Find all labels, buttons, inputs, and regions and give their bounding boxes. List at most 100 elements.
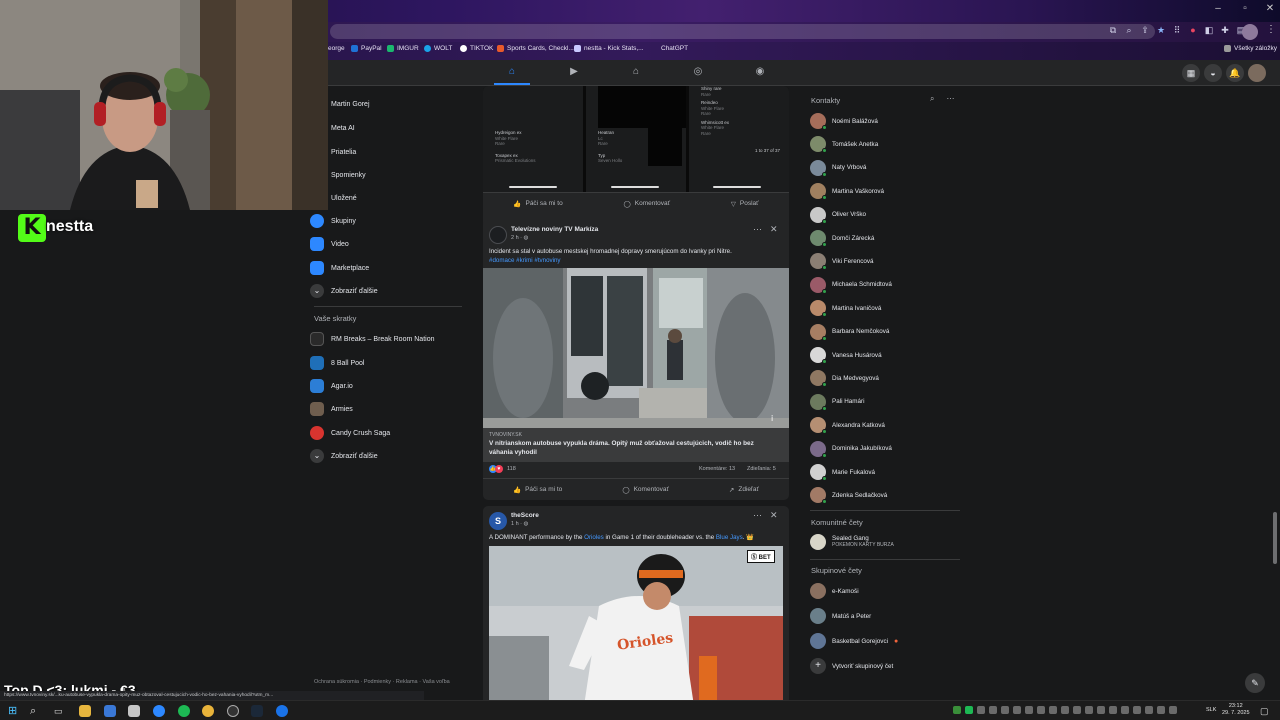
- like-button[interactable]: 👍 Páči sa mi to: [513, 486, 562, 494]
- post-image-screenshots[interactable]: Hydreigon ex White Flare Rare Toxapex ex…: [483, 86, 789, 192]
- task-view-icon[interactable]: ▭: [54, 705, 66, 717]
- contact-item[interactable]: Zdenka Sedlačková: [810, 486, 887, 505]
- thescore-avatar[interactable]: S: [489, 512, 507, 530]
- sidebar-item-marketplace[interactable]: Marketplace: [310, 258, 369, 278]
- gaming-icon[interactable]: ◉: [753, 65, 767, 79]
- contact-item[interactable]: Barbara Nemčoková: [810, 323, 889, 341]
- tray-icon[interactable]: [1025, 706, 1033, 714]
- tray-icon[interactable]: [1145, 706, 1153, 714]
- watch-icon[interactable]: ▶: [567, 65, 581, 79]
- tray-icon[interactable]: [1121, 706, 1129, 714]
- shortcut-candy-crush[interactable]: Candy Crush Saga: [310, 423, 390, 443]
- contact-item[interactable]: Viki Ferencová: [810, 252, 874, 271]
- contact-item[interactable]: Martina Vaškorová: [810, 182, 884, 201]
- spotify-icon[interactable]: [178, 705, 190, 717]
- tray-icon[interactable]: [1037, 706, 1045, 714]
- contact-item[interactable]: Vanesa Husárová: [810, 346, 882, 364]
- shortcut-rm-breaks[interactable]: RM Breaks – Break Room Nation: [310, 329, 434, 349]
- sidebar-see-more[interactable]: ⌄ Zobraziť ďalšie: [310, 281, 378, 301]
- chrome-icon[interactable]: [202, 705, 214, 717]
- close-window-icon[interactable]: ✕: [1262, 3, 1278, 17]
- clock[interactable]: 23:12 29. 7. 2025: [1222, 703, 1250, 717]
- tray-icon[interactable]: [1013, 706, 1021, 714]
- messenger-app-icon[interactable]: [153, 705, 165, 717]
- search-icon[interactable]: ⌕: [30, 705, 42, 717]
- start-icon[interactable]: ⊞: [8, 705, 20, 717]
- mail-icon[interactable]: [104, 705, 116, 717]
- all-bookmarks[interactable]: Všetky záložky: [1224, 45, 1277, 52]
- contact-item[interactable]: Naty Vrbová: [810, 159, 866, 177]
- shortcut-armies[interactable]: Armies: [310, 399, 353, 419]
- bookmark-item[interactable]: TIKTOK: [460, 45, 493, 52]
- tray-icon[interactable]: [965, 706, 973, 714]
- comment-count[interactable]: Komentáre: 13: [699, 466, 735, 472]
- contact-item[interactable]: Noémi Balážová: [810, 112, 878, 130]
- tray-icon[interactable]: [1169, 706, 1177, 714]
- app-icon[interactable]: [276, 705, 288, 717]
- close-icon[interactable]: ✕: [770, 510, 778, 521]
- more-options-icon[interactable]: ⋯: [946, 94, 954, 104]
- contact-item[interactable]: Michaela Schmidtová: [810, 276, 892, 294]
- url-input[interactable]: [330, 24, 1155, 39]
- notes-icon[interactable]: [128, 705, 140, 717]
- tray-icon[interactable]: [977, 706, 985, 714]
- record-icon[interactable]: ●: [1188, 24, 1198, 36]
- group-chat-item[interactable]: e-Kamoši: [810, 582, 859, 600]
- footer-links[interactable]: Ochrana súkromia · Podmienky · Reklama ·…: [314, 679, 450, 685]
- language-indicator[interactable]: SLK: [1206, 707, 1216, 713]
- blue-jays-link[interactable]: Blue Jays: [716, 534, 743, 541]
- bookmark-item[interactable]: Sports Cards, Checkl...: [497, 45, 574, 52]
- share-count[interactable]: Zdieľania: 5: [747, 466, 776, 472]
- share-icon[interactable]: ⇪: [1140, 24, 1150, 36]
- groups-icon[interactable]: ◎: [691, 65, 705, 79]
- browser-menu-icon[interactable]: ⋮: [1266, 24, 1276, 35]
- post-timestamp[interactable]: 2 h · ◍: [511, 235, 528, 241]
- group-chat-item[interactable]: Basketbal Gorejovci ●: [810, 632, 898, 650]
- home-icon[interactable]: ⌂: [505, 65, 519, 79]
- tray-icon[interactable]: [1073, 706, 1081, 714]
- contact-item[interactable]: Alexandra Katková: [810, 416, 885, 435]
- tray-icon[interactable]: [1061, 706, 1069, 714]
- post-hashtags[interactable]: #domace #krimi #tvnoviny: [489, 256, 785, 265]
- post-timestamp[interactable]: 1 h · ◍: [511, 521, 528, 527]
- post-author[interactable]: Televízne noviny TV Markíza: [511, 226, 598, 233]
- bookmark-item[interactable]: IMGUR: [387, 45, 419, 52]
- contact-item[interactable]: Martina Ivaničová: [810, 299, 881, 318]
- search-icon[interactable]: ⌕: [930, 94, 934, 104]
- contact-item[interactable]: Dia Medvegyová: [810, 369, 879, 388]
- menu-grid-icon[interactable]: ▦: [1182, 64, 1200, 82]
- bookmark-item[interactable]: WOLT: [424, 45, 452, 52]
- community-chat-item[interactable]: Sealed Gang POKEMON KARTY BURZA: [810, 533, 894, 551]
- tray-icon[interactable]: [989, 706, 997, 714]
- maximize-icon[interactable]: ▫: [1237, 3, 1253, 17]
- messenger-icon[interactable]: ◒: [1204, 64, 1222, 82]
- contact-item[interactable]: Pali Hamári: [810, 393, 865, 411]
- bookmark-star-icon[interactable]: ★: [1156, 24, 1166, 36]
- close-icon[interactable]: ✕: [770, 224, 778, 235]
- tray-icon[interactable]: [1097, 706, 1105, 714]
- more-options-icon[interactable]: ⋯: [753, 224, 762, 235]
- tray-icon[interactable]: [1133, 706, 1141, 714]
- minimize-icon[interactable]: –: [1210, 3, 1226, 17]
- bookmark-item[interactable]: PayPal: [351, 45, 382, 52]
- post-image[interactable]: Orioles Ⓢ BET: [489, 546, 783, 700]
- steam-icon[interactable]: [251, 705, 263, 717]
- reaction-count[interactable]: 118: [507, 466, 516, 472]
- contact-item[interactable]: Dominika Jakubíková: [810, 440, 892, 458]
- bookmark-item[interactable]: nestta - Kick Stats,...: [574, 45, 644, 52]
- page-scrollbar[interactable]: [1273, 512, 1277, 564]
- tray-icon[interactable]: [1109, 706, 1117, 714]
- account-avatar[interactable]: [1248, 64, 1266, 82]
- contact-item[interactable]: Oliver Vrško: [810, 206, 866, 224]
- contact-item[interactable]: Marie Fukalová: [810, 463, 875, 481]
- shortcut-8-ball-pool[interactable]: 8 Ball Pool: [310, 353, 364, 373]
- contact-item[interactable]: Tomášek Anetka: [810, 135, 878, 154]
- contact-item[interactable]: Domči Zárecká: [810, 229, 874, 247]
- tray-icon[interactable]: [1049, 706, 1057, 714]
- send-button[interactable]: ▽ Poslať: [731, 200, 759, 208]
- group-chat-item[interactable]: Matúš a Peter: [810, 607, 871, 625]
- post-author[interactable]: theScore: [511, 512, 539, 519]
- profile-avatar-icon[interactable]: [1242, 24, 1258, 40]
- create-group-chat[interactable]: + Vytvoriť skupinový čet: [810, 657, 893, 675]
- info-icon[interactable]: ⅰ: [771, 414, 773, 423]
